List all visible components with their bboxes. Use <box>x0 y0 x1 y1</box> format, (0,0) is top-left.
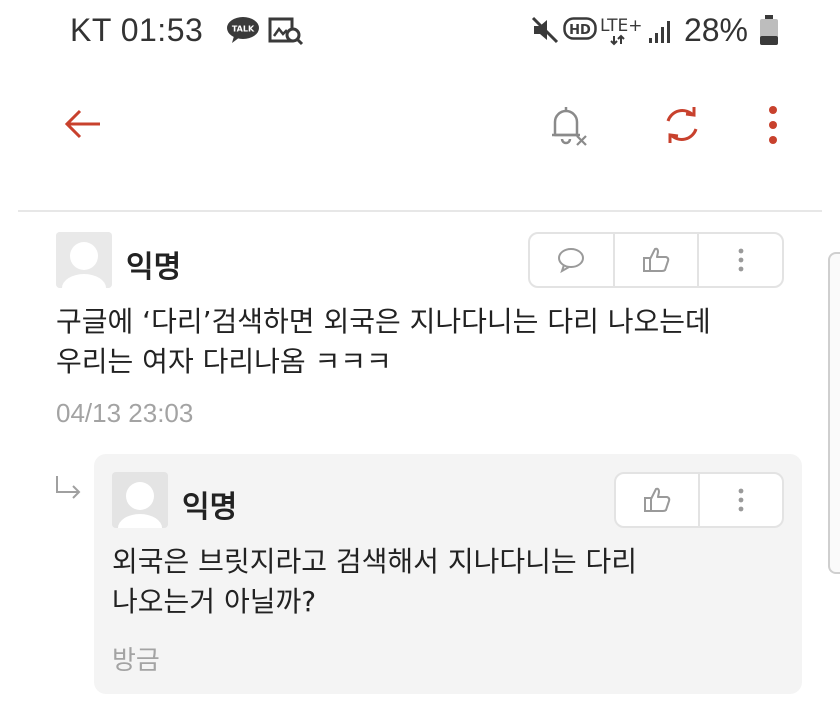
reply-icon[interactable] <box>530 234 613 286</box>
more-icon[interactable] <box>697 234 782 286</box>
back-arrow-icon[interactable] <box>58 102 108 146</box>
comment-text-line: 구글에 ‘다리’검색하면 외국은 지나다니는 다리 나오는데 <box>56 305 711 338</box>
lte-icon: LTE+ <box>600 12 646 50</box>
like-icon[interactable] <box>612 234 698 286</box>
header-divider <box>18 210 822 212</box>
refresh-icon[interactable] <box>656 100 708 150</box>
signal-icon <box>648 18 674 48</box>
comment-text-line: 우리는 여자 다리나옴 ㅋㅋㅋ <box>56 345 392 378</box>
network-label: LTE+ <box>600 16 643 36</box>
battery-icon <box>758 14 780 50</box>
status-bar: KT 01:53 TALK HD LTE+ 28% <box>0 0 840 62</box>
mute-icon <box>530 15 560 49</box>
like-icon[interactable] <box>616 474 698 526</box>
talk-icon: TALK <box>226 16 260 48</box>
comment-author: 익명 <box>126 250 182 285</box>
reply-text-line: 나오는거 아닐까? <box>112 585 317 618</box>
comment-text: 구글에 ‘다리’검색하면 외국은 지나다니는 다리 나오는데 우리는 여자 다리… <box>56 302 711 382</box>
reply-actions <box>614 472 784 528</box>
hd-label: HD <box>569 23 591 38</box>
battery-percent: 28% <box>683 12 748 48</box>
notification-off-icon[interactable] <box>540 100 596 150</box>
more-vertical-icon[interactable] <box>756 98 790 152</box>
app-bar <box>0 62 840 182</box>
carrier-time: KT 01:53 <box>70 12 204 48</box>
reply-timestamp: 방금 <box>112 645 160 675</box>
hd-voice-icon: HD <box>563 17 597 47</box>
comment-actions <box>528 232 784 288</box>
reply: 익명 외국은 브릿지라고 검색해서 지나다니는 다리 나오는거 아닐까? 방금 <box>94 454 802 694</box>
more-icon[interactable] <box>698 474 782 526</box>
reply-author: 익명 <box>182 490 238 525</box>
reply-text-line: 외국은 브릿지라고 검색해서 지나다니는 다리 <box>112 545 638 578</box>
reply-indicator-icon <box>54 474 84 506</box>
talk-badge-text: TALK <box>232 25 255 34</box>
reply-text: 외국은 브릿지라고 검색해서 지나다니는 다리 나오는거 아닐까? <box>112 542 637 622</box>
scrollbar-handle[interactable] <box>828 252 840 574</box>
gallery-search-icon <box>268 16 304 50</box>
avatar <box>56 232 112 288</box>
comment-timestamp: 04/13 23:03 <box>56 398 194 428</box>
avatar <box>112 472 168 528</box>
